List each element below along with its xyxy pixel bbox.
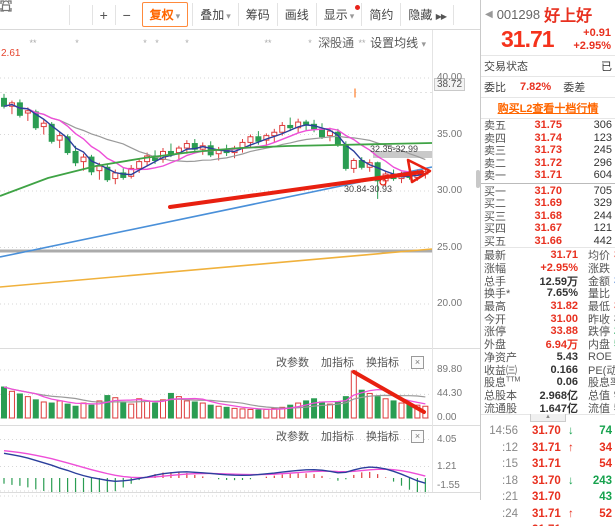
corner-price-label: 2.61	[1, 48, 21, 59]
macd-switch-indicator-link[interactable]: 换指标	[366, 428, 399, 444]
stat-row-7: 涨停33.88跌停2	[484, 325, 615, 338]
axis-tick-label: 44.30	[437, 388, 463, 400]
volume-switch-indicator-link[interactable]: 换指标	[366, 354, 399, 370]
chart-area: ** * * * * ** * * ** * + − 复权 ▾ 叠加 ▾ 筹码 画线 显示 ▾ 简约 隐藏 ▶▶ 深…	[0, 0, 480, 500]
stat-row-3: 总手12.59万金额3.	[484, 275, 615, 288]
stock-name: 好上好	[544, 8, 593, 25]
toolbar-button-3[interactable]: 筹码	[237, 3, 277, 26]
price-change: +0.91	[583, 26, 611, 39]
toolbar-button-1[interactable]: 复权 ▾	[141, 2, 189, 27]
market-tag: 深股通	[318, 36, 355, 50]
panel-divider	[0, 425, 480, 426]
fullscreen-icon[interactable]	[0, 0, 476, 25]
axis-tick-label: 35.00	[437, 128, 463, 140]
stat-row-12: 总股本2.968亿总值94.	[484, 389, 615, 402]
collapse-tab[interactable]: ▲	[530, 413, 566, 422]
tick-row-6: :24 31.71 ↑ 52	[502, 507, 612, 520]
svg-text:*: *	[308, 38, 312, 48]
axis-tick-label: 20.00	[437, 298, 463, 309]
svg-text:**: **	[264, 38, 272, 48]
axis-tick-label: 1.21	[437, 460, 457, 472]
axis-tick-label: -1.55	[437, 480, 460, 491]
stat-row-1: 最新31.71均价3	[484, 249, 615, 262]
panel-divider	[0, 348, 480, 349]
volume-change-params-link[interactable]: 改参数	[276, 354, 309, 370]
stat-row-6: 今开31.00昨收3	[484, 312, 615, 326]
stat-row-8: 外盘6.94万内盘5.	[484, 338, 615, 351]
stat-row-9: 净资产5.43ROE3	[484, 350, 612, 364]
last-price: 31.71	[501, 26, 555, 52]
axis-tick-label: 89.80	[437, 364, 463, 376]
svg-text:*: *	[75, 38, 79, 48]
tick-row-4: :18 31.70 ↓ 243	[502, 474, 612, 487]
stat-row-13: 流通股1.647亿流值52.	[484, 402, 615, 414]
zoom-in-button[interactable]: +	[91, 4, 115, 25]
macd-panel-header: 改参数 加指标 换指标 ×	[276, 428, 424, 444]
tick-row-5: :21 31.70 43	[502, 491, 612, 504]
buy-queue: 买一 31.70 705 买二 31.69 329 买三 31.68 244 买四 31.67 121…	[481, 185, 615, 248]
toolbar-button-5[interactable]: 显示 ▾	[315, 3, 362, 26]
trade-status-label: 交易状态	[484, 61, 528, 73]
sell-row-5: 卖一 31.71 604	[484, 169, 612, 183]
chart-subbar: 深股通 设置均线 ▾	[318, 34, 426, 51]
axis-tick-label: 0.00	[437, 412, 457, 423]
weibi-label: 委比	[484, 82, 506, 94]
ma-setting-dropdown[interactable]: 设置均线 ▾	[370, 34, 426, 51]
stats-grid: 最新31.71均价3涨幅+2.95%涨跌▲总手12.59万金额3.换手*7.65…	[481, 247, 615, 414]
prev-stock-arrow-icon[interactable]: ◀	[485, 9, 493, 20]
svg-text:*: *	[185, 38, 189, 48]
stat-row-5: 最高31.82最低3	[484, 300, 615, 313]
toolbar-button-4[interactable]: 画线	[276, 3, 316, 26]
price-change-pct: +2.95%	[573, 39, 611, 52]
chart-toolbar: + − 复权 ▾ 叠加 ▾ 筹码 画线 显示 ▾ 简约 隐藏 ▶▶	[0, 0, 480, 30]
macd-change-params-link[interactable]: 改参数	[276, 428, 309, 444]
zoom-out-button[interactable]: −	[114, 4, 138, 25]
weicha-label: 委差	[563, 82, 586, 94]
stat-row-4: 换手* 7.65% 量比	[484, 287, 610, 300]
sell-queue: 卖五 31.75 306 卖四 31.74 123 卖三 31.73 245 卖二 31.72 296…	[481, 119, 615, 182]
axis-tick-label: 25.00	[437, 241, 463, 253]
stock-code: 001298	[496, 6, 541, 22]
svg-text:*: *	[155, 38, 159, 48]
volume-add-indicator-link[interactable]: 加指标	[321, 354, 354, 370]
zone-lower-label: 30.84-30.93	[344, 184, 393, 194]
stat-row-11: 股息TTM0.06股息率TTM0	[484, 376, 615, 389]
toolbar-button-7[interactable]: 隐藏 ▶▶	[400, 3, 453, 26]
volume-close-icon[interactable]: ×	[411, 355, 424, 369]
weibi-value: 7.82%	[520, 81, 552, 93]
lock-icon[interactable]	[1, 0, 92, 25]
axis-tick-label: 30.00	[437, 185, 463, 196]
panel-divider	[0, 492, 480, 493]
axis-tick-label: 40.00	[437, 72, 463, 83]
svg-text:**: **	[29, 38, 37, 48]
axis-tick-label: 4.05	[437, 433, 457, 445]
stat-row-2: 涨幅+2.95%涨跌▲	[484, 262, 615, 275]
buy-row-5: 买五 31.66 442	[484, 234, 612, 248]
axis-divider	[432, 30, 433, 492]
tick-row-7: 31.71	[481, 522, 615, 526]
quote-panel: ◀ 001298 好上好 31.71 +0.91 +2.95% 交易状态 已 委…	[480, 0, 615, 526]
tick-list[interactable]: 14:56 31.70 ↓ 74 :12 31.71 ↑ 34 :15 31.71 54 :18 31.…	[481, 423, 615, 526]
trade-status-value: 已	[601, 61, 612, 73]
tick-row-1: 14:56 31.70 ↓ 74	[489, 425, 612, 438]
zone-upper-label: 32.35-32.99	[370, 144, 419, 154]
tick-row-2: :12 31.71 ↑ 34	[502, 441, 612, 454]
toolbar-button-6[interactable]: 简约	[361, 3, 400, 26]
volume-panel-header: 改参数 加指标 换指标 ×	[276, 354, 424, 370]
buy-l2-link[interactable]: 购买L2查看十档行情	[498, 103, 599, 115]
macd-close-icon[interactable]: ×	[411, 429, 424, 443]
macd-add-indicator-link[interactable]: 加指标	[321, 428, 354, 444]
svg-text:*: *	[143, 38, 147, 48]
tick-row-3: :15 31.71 54	[502, 458, 612, 471]
stat-row-10: 收益㈢0.166PE(动)*14	[484, 363, 615, 376]
toolbar-button-2[interactable]: 叠加 ▾	[192, 3, 238, 26]
